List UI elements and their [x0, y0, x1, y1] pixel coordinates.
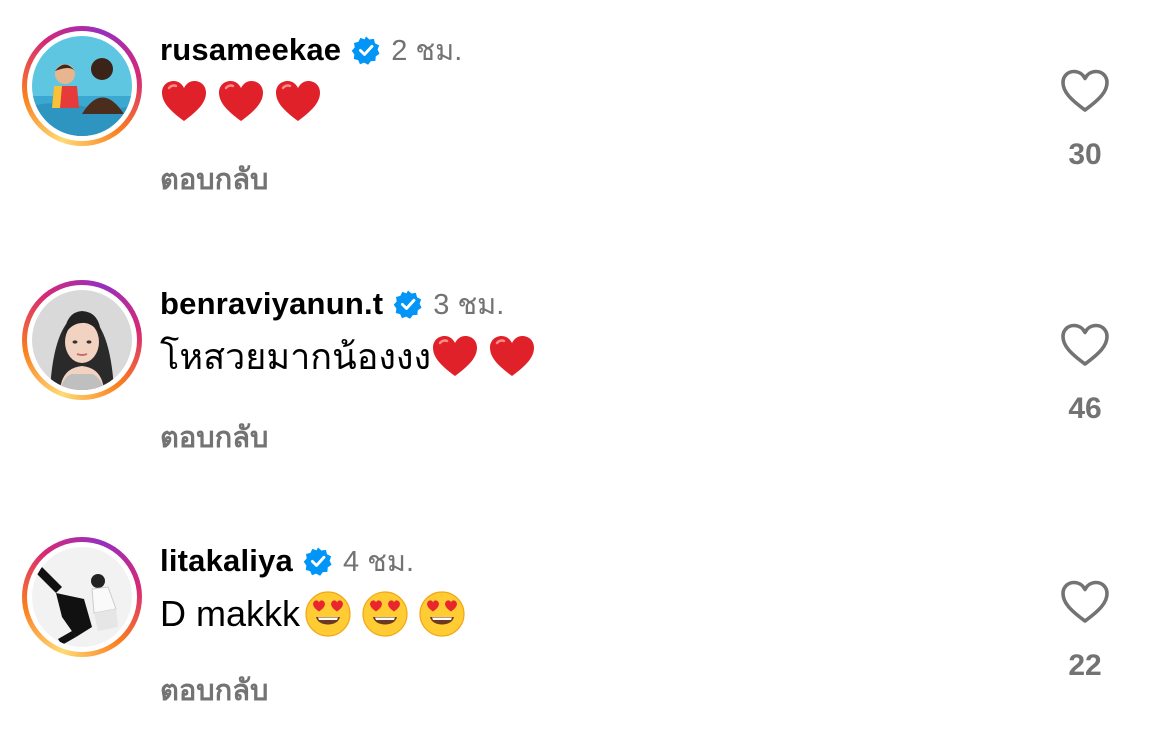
- heart-eyes-emoji: [361, 590, 409, 638]
- reply-button[interactable]: ตอบกลับ: [160, 667, 268, 713]
- timestamp: 4 ชม.: [342, 546, 415, 578]
- red-heart-emoji: [431, 333, 479, 381]
- heart-outline-icon[interactable]: [1060, 322, 1110, 368]
- comment-meta: litakaliya 4 ชม.: [160, 539, 414, 583]
- username[interactable]: benraviyanun.t: [160, 286, 383, 322]
- heart-outline-icon[interactable]: [1060, 579, 1110, 625]
- comment-meta: rusameekae 2 ชม.: [160, 28, 462, 72]
- comment-item: rusameekae 2 ชม. ตอบกลับ 30: [0, 26, 1170, 226]
- avatar-border: [27, 285, 137, 395]
- reply-button[interactable]: ตอบกลับ: [160, 414, 268, 460]
- avatar[interactable]: [32, 290, 132, 390]
- avatar-border: [27, 31, 137, 141]
- comment-text-content: D makkk: [160, 593, 301, 634]
- comment-text-content: โหสวยมากน้องงง: [160, 336, 432, 377]
- like-count: 22: [1068, 649, 1102, 682]
- like-count: 30: [1068, 138, 1102, 171]
- avatar[interactable]: [32, 547, 132, 647]
- heart-eyes-emoji: [304, 590, 352, 638]
- verified-badge-icon: [351, 35, 381, 65]
- comment-text: D makkk: [160, 589, 475, 639]
- reply-button[interactable]: ตอบกลับ: [160, 156, 268, 202]
- username[interactable]: rusameekae: [160, 32, 341, 68]
- red-heart-emoji: [217, 78, 265, 126]
- timestamp: 3 ชม.: [433, 289, 505, 321]
- heart-eyes-emoji: [418, 590, 466, 638]
- timestamp: 2 ชม.: [391, 35, 463, 67]
- verified-badge-icon: [393, 289, 423, 319]
- comment-text: [160, 78, 331, 126]
- comment-item: benraviyanun.t 3 ชม. โหสวยมากน้องงง ตอบก…: [0, 280, 1170, 480]
- red-heart-emoji: [488, 333, 536, 381]
- heart-outline-icon[interactable]: [1060, 68, 1110, 114]
- like-count: 46: [1068, 392, 1102, 425]
- red-heart-emoji: [274, 78, 322, 126]
- comment-item: litakaliya 4 ชม. D makkk ตอบกลับ 22: [0, 537, 1170, 737]
- story-ring[interactable]: [22, 26, 142, 146]
- comment-text: โหสวยมากน้องงง: [160, 332, 545, 382]
- comment-meta: benraviyanun.t 3 ชม.: [160, 282, 504, 326]
- avatar-border: [27, 542, 137, 652]
- story-ring[interactable]: [22, 537, 142, 657]
- username[interactable]: litakaliya: [160, 543, 293, 579]
- verified-badge-icon: [303, 546, 333, 576]
- red-heart-emoji: [160, 78, 208, 126]
- story-ring[interactable]: [22, 280, 142, 400]
- avatar[interactable]: [32, 36, 132, 136]
